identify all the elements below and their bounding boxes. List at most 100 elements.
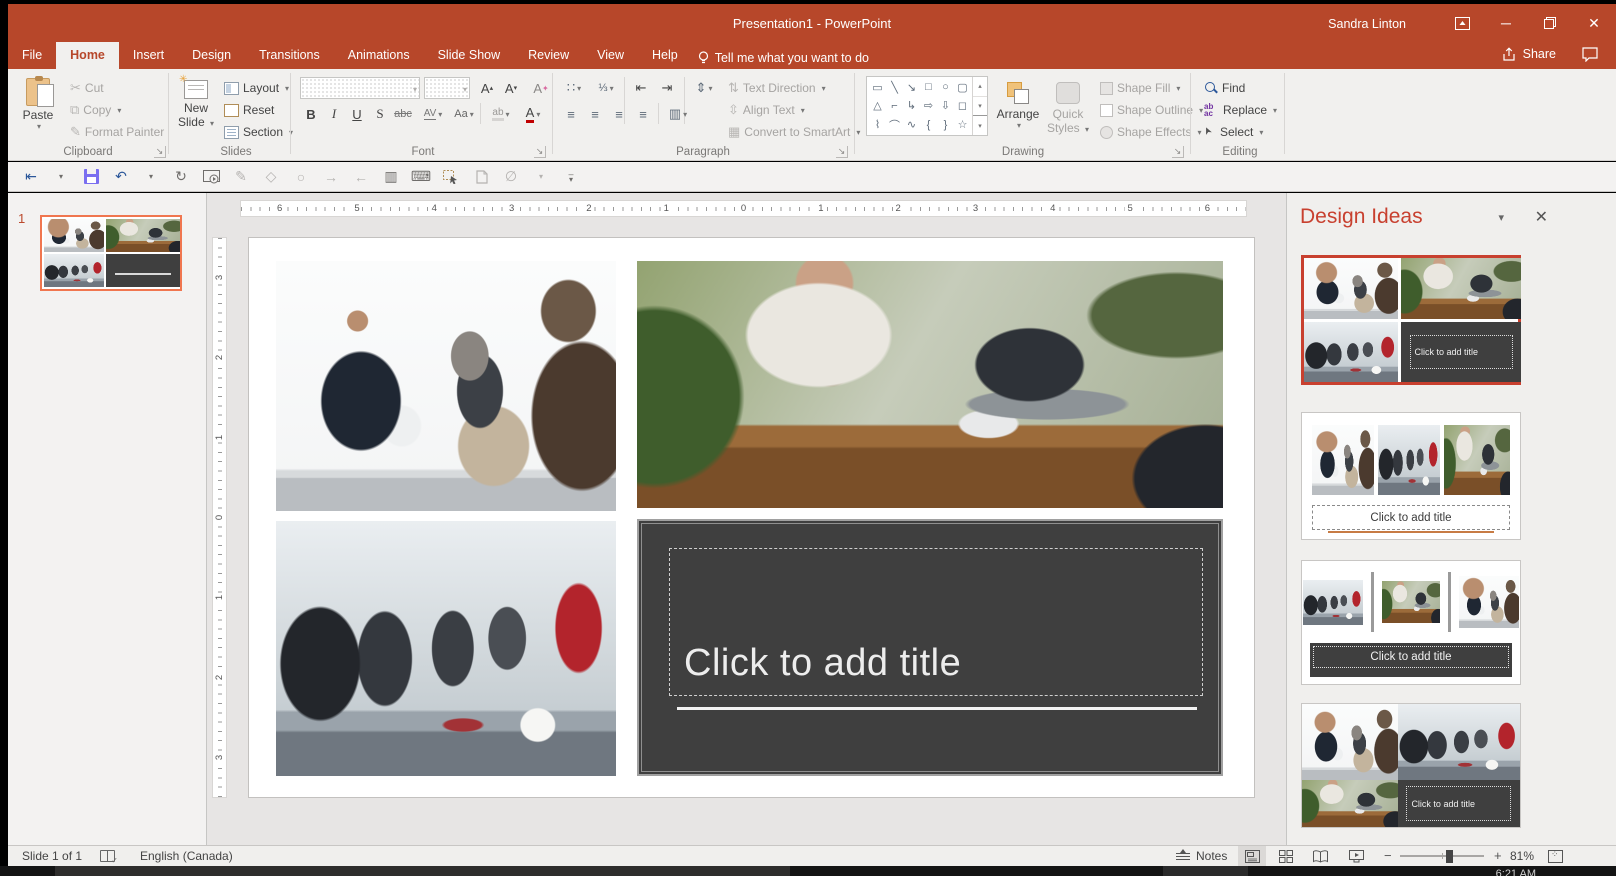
- tab-help[interactable]: Help: [638, 42, 692, 69]
- photo-office-lobby[interactable]: [276, 521, 616, 776]
- justify-button[interactable]: ≡: [632, 103, 654, 125]
- shape-star[interactable]: ☆: [954, 115, 971, 134]
- reset-button[interactable]: Reset: [220, 99, 278, 121]
- replace-button[interactable]: abac Replace▾: [1200, 99, 1281, 121]
- convert-to-smartart-button[interactable]: ▦ Convert to SmartArt▾: [724, 121, 864, 143]
- slide-canvas[interactable]: Click to add title: [248, 237, 1255, 798]
- qat-customize-dropdown-icon[interactable]: ▾: [48, 165, 74, 189]
- qat-shape-icon[interactable]: ◇: [258, 165, 284, 189]
- text-direction-button[interactable]: ⇅ Text Direction▾: [724, 77, 830, 99]
- repeat-icon[interactable]: ↻: [168, 165, 194, 189]
- shape-rounded-rectangle[interactable]: ▢: [954, 78, 971, 97]
- tell-me-box[interactable]: Tell me what you want to do: [692, 42, 881, 69]
- character-spacing-button[interactable]: AV▾: [418, 103, 448, 125]
- shape-right-brace[interactable]: }: [937, 115, 954, 134]
- paste-button[interactable]: Paste ▾: [14, 74, 62, 144]
- qat-keyboard-icon[interactable]: ⌨: [408, 165, 434, 189]
- drawing-dialog-launcher[interactable]: ↘: [1172, 146, 1184, 158]
- tab-insert[interactable]: Insert: [119, 42, 178, 69]
- qat-none-fill-icon[interactable]: ∅: [498, 165, 524, 189]
- bullets-button[interactable]: ∷▾: [560, 77, 588, 99]
- zoom-slider-knob[interactable]: [1446, 850, 1453, 863]
- clear-formatting-button[interactable]: A✦: [530, 77, 552, 99]
- slide-sorter-view-button[interactable]: [1272, 846, 1300, 866]
- shape-oval[interactable]: ○: [937, 78, 954, 97]
- underline-button[interactable]: U: [346, 103, 368, 125]
- qat-oval-icon[interactable]: ○: [288, 165, 314, 189]
- minimize-button[interactable]: ─: [1484, 4, 1528, 42]
- font-dialog-launcher[interactable]: ↘: [534, 146, 546, 158]
- text-shadow-button[interactable]: S: [369, 103, 391, 125]
- save-icon[interactable]: [78, 165, 104, 189]
- qat-slide-layout-icon[interactable]: ▥: [378, 165, 404, 189]
- shape-scribble[interactable]: ⌇: [869, 115, 886, 134]
- normal-view-button[interactable]: [1238, 846, 1266, 866]
- shape-textbox[interactable]: ▭: [869, 78, 886, 97]
- tab-file[interactable]: File: [8, 42, 56, 69]
- paste-dropdown[interactable]: ▾: [16, 122, 62, 131]
- share-button[interactable]: Share: [1503, 47, 1556, 61]
- qat-back-icon[interactable]: ←: [348, 165, 374, 189]
- section-button[interactable]: Section ▾: [220, 121, 297, 143]
- highlight-color-button[interactable]: ab▾: [486, 103, 516, 125]
- zoom-level[interactable]: 81%: [1510, 849, 1534, 863]
- zoom-out-icon[interactable]: −: [1384, 848, 1392, 863]
- design-suggestion-2[interactable]: Click to add title: [1301, 412, 1521, 540]
- shape-right-arrow[interactable]: ⇨: [920, 97, 937, 116]
- qat-link-icon[interactable]: [468, 165, 494, 189]
- reading-view-button[interactable]: [1306, 846, 1334, 866]
- qat-select-objects-icon[interactable]: [438, 165, 464, 189]
- design-ideas-chevron-icon[interactable]: ▾: [1498, 211, 1504, 224]
- copy-button[interactable]: ⧉ Copy ▾: [66, 99, 125, 121]
- qat-forward-icon[interactable]: →: [318, 165, 344, 189]
- slide-indicator[interactable]: Slide 1 of 1: [22, 849, 82, 863]
- find-button[interactable]: Find: [1200, 77, 1249, 99]
- comments-icon[interactable]: [1582, 47, 1598, 62]
- close-button[interactable]: ✕: [1572, 4, 1616, 42]
- qat-customize-icon[interactable]: ⇤: [18, 165, 44, 189]
- tab-design[interactable]: Design: [178, 42, 245, 69]
- title-placeholder-text[interactable]: Click to add title: [670, 642, 961, 695]
- change-case-button[interactable]: Aa▾: [450, 103, 478, 125]
- shape-arrow-line[interactable]: ↘: [903, 78, 920, 97]
- qat-overflow-icon[interactable]: ‒▾: [558, 165, 584, 189]
- fit-slide-to-window-icon[interactable]: [1548, 850, 1563, 863]
- tab-animations[interactable]: Animations: [334, 42, 424, 69]
- ribbon-display-options-icon[interactable]: [1440, 4, 1484, 42]
- arrange-button[interactable]: Arrange ▾: [994, 74, 1042, 144]
- slide-thumbnail-1[interactable]: [40, 215, 182, 291]
- tab-review[interactable]: Review: [514, 42, 583, 69]
- format-painter-button[interactable]: ✎ Format Painter: [66, 121, 168, 143]
- clipboard-dialog-launcher[interactable]: ↘: [154, 146, 166, 158]
- shape-elbow-arrow[interactable]: ↳: [903, 97, 920, 116]
- shape-curve[interactable]: ∿: [903, 115, 920, 134]
- shape-triangle[interactable]: △: [869, 97, 886, 116]
- design-suggestion-1[interactable]: Click to add title: [1301, 255, 1521, 385]
- shapes-scroll-down-icon[interactable]: ▾: [973, 96, 987, 116]
- layout-button[interactable]: Layout ▾: [220, 77, 293, 99]
- vertical-ruler[interactable]: 3210123: [212, 237, 227, 798]
- photo-business-meeting[interactable]: [276, 261, 616, 511]
- bold-button[interactable]: B: [300, 103, 322, 125]
- shape-line[interactable]: ╲: [886, 78, 903, 97]
- restore-button[interactable]: [1528, 4, 1572, 42]
- strikethrough-button[interactable]: abc: [392, 103, 414, 125]
- design-ideas-close-icon[interactable]: ✕: [1535, 207, 1548, 227]
- notes-button[interactable]: Notes: [1168, 846, 1235, 866]
- qat-format-painter-icon[interactable]: ✎: [228, 165, 254, 189]
- zoom-slider[interactable]: [1400, 855, 1484, 857]
- line-spacing-button[interactable]: ⇕▾: [690, 77, 718, 99]
- zoom-in-icon[interactable]: +: [1494, 848, 1502, 863]
- horizontal-ruler[interactable]: 6543210123456: [240, 200, 1247, 217]
- undo-dropdown-icon[interactable]: ▾: [138, 165, 164, 189]
- align-center-button[interactable]: ≡: [584, 103, 606, 125]
- shape-arc[interactable]: ⌒: [886, 115, 903, 134]
- columns-button[interactable]: ▥▾: [664, 103, 692, 125]
- tab-view[interactable]: View: [583, 42, 638, 69]
- shape-down-arrow[interactable]: ⇩: [937, 97, 954, 116]
- undo-icon[interactable]: ↶: [108, 165, 134, 189]
- font-name-combo[interactable]: ▾: [300, 77, 420, 99]
- shape-elbow[interactable]: ⌐: [886, 97, 903, 116]
- font-color-button[interactable]: A▾: [520, 103, 546, 125]
- new-slide-button[interactable]: New Slide ▾: [174, 74, 218, 144]
